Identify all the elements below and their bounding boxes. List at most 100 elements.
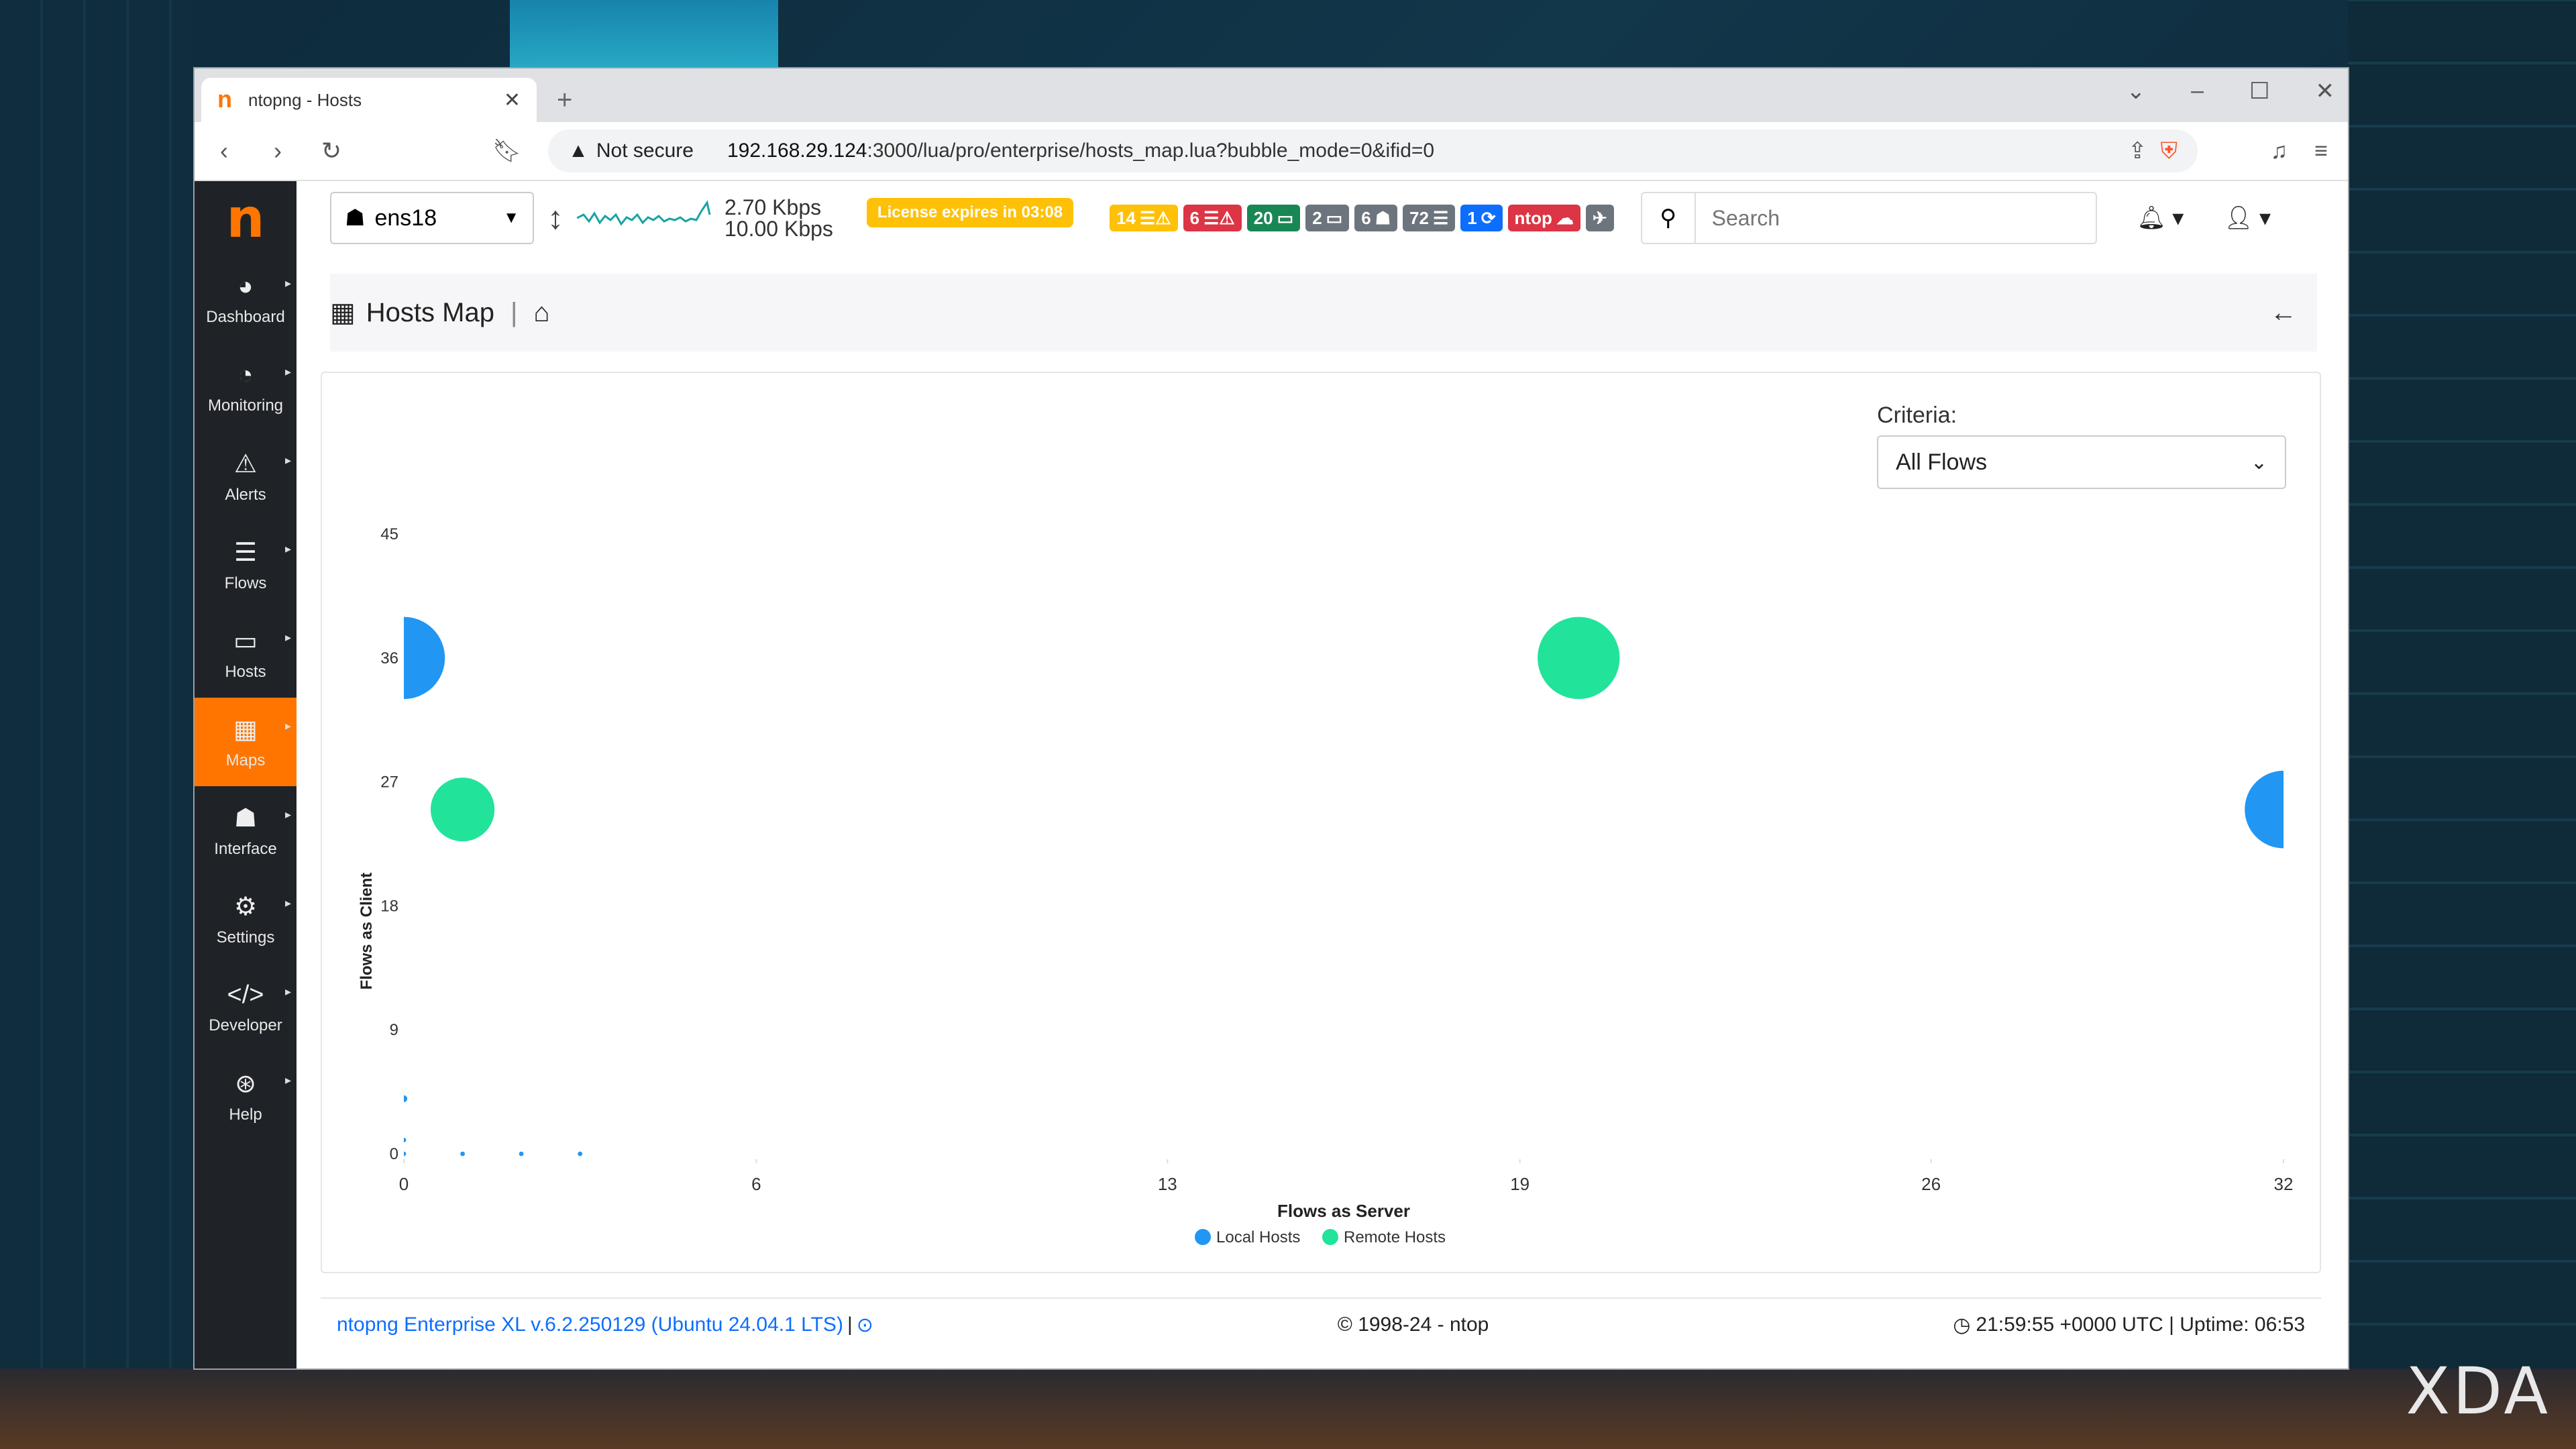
devices-icon: ☗ <box>1375 207 1391 228</box>
badge-sync[interactable]: 1 ⟳ <box>1460 205 1503 231</box>
y-tick-label: 9 <box>390 1021 398 1039</box>
badge-remote-hosts[interactable]: 2 ▭ <box>1305 205 1350 231</box>
url-field[interactable]: ▲ Not secure 192.168.29.124:3000/lua/pro… <box>548 129 2198 172</box>
browser-tab[interactable]: n ntopng - Hosts ✕ <box>201 78 537 122</box>
hosts-map-chart: 0 6 13 19 26 32 0 9 18 27 36 45 Flows as Server Flows… <box>358 525 2293 1246</box>
license-badge[interactable]: License expires in 03:08 <box>866 198 1074 227</box>
caret-right-icon: ▸ <box>284 542 291 555</box>
chevron-down-icon: ⌄ <box>2250 451 2267 474</box>
flows-warning-icon: ☰⚠ <box>1139 207 1171 228</box>
caret-down-icon: ▼ <box>503 209 519 227</box>
map-icon: ▦ <box>330 298 356 327</box>
security-label: Not secure <box>596 140 694 162</box>
close-tab-icon[interactable]: ✕ <box>504 89 521 112</box>
data-point <box>404 1151 407 1157</box>
github-icon[interactable]: ⊙ <box>857 1313 873 1337</box>
media-icon[interactable]: ♫ <box>2271 138 2288 164</box>
main-content: ☗ ens18 ▼ ↕ 2.70 Kbps 10.00 Kbps License… <box>297 181 2348 1368</box>
plane-icon: ✈ <box>1592 207 1607 228</box>
badge-ntop-cloud[interactable]: ntop ☁ <box>1507 205 1580 231</box>
version-link[interactable]: ntopng Enterprise XL v.6.2.250129 (Ubunt… <box>337 1313 843 1336</box>
brave-shield-icon[interactable]: ⛨ <box>2161 138 2178 164</box>
browser-right-icons: ♫ ≡ <box>2271 138 2328 164</box>
criteria-select[interactable]: All Flows ⌄ <box>1877 435 2286 489</box>
badge-plane[interactable]: ✈ <box>1585 205 1614 231</box>
forward-icon[interactable]: › <box>264 137 291 165</box>
back-arrow-icon[interactable]: ← <box>2270 298 2297 328</box>
badge-flows-warning[interactable]: 14 ☰⚠ <box>1110 205 1178 231</box>
sidebar-item-alerts[interactable]: ⚠ Alerts ▸ <box>195 432 297 521</box>
y-tick-label: 18 <box>380 897 398 915</box>
rate-down: 10.00 Kbps <box>724 217 833 241</box>
legend-marker <box>1322 1229 1338 1245</box>
new-tab-button[interactable]: + <box>557 85 572 115</box>
url-text: 192.168.29.124:3000/lua/pro/enterprise/h… <box>727 140 1435 162</box>
maximize-icon[interactable]: ☐ <box>2249 78 2269 105</box>
desktop-background-right <box>2348 0 2576 1449</box>
badge-devices[interactable]: 6 ☗ <box>1354 205 1398 231</box>
search-input[interactable] <box>1695 205 2096 231</box>
sidebar-item-dashboard[interactable]: ◕ Dashboard ▸ <box>195 255 297 343</box>
caret-right-icon: ▸ <box>284 808 291 821</box>
ntop-logo[interactable]: n <box>227 181 265 255</box>
badge-flows[interactable]: 72 ☰ <box>1403 205 1456 231</box>
browser-window: n ntopng - Hosts ✕ + ⌄ – ☐ ✕ ‹ › ↻ 🔖︎ ▲ … <box>193 67 2349 1370</box>
desktop-background-left <box>0 0 193 1449</box>
sidebar-item-maps[interactable]: ▦ Maps ▸ <box>195 698 297 786</box>
back-icon[interactable]: ‹ <box>211 137 237 165</box>
sidebar-item-hosts[interactable]: ▭ Hosts ▸ <box>195 609 297 698</box>
ntopng-app: n ◕ Dashboard ▸ ◔ Monitoring ▸ ⚠ Alerts … <box>195 181 2348 1368</box>
x-tick-label: 26 <box>1921 1174 1941 1194</box>
badge-local-hosts[interactable]: 20 ▭ <box>1246 205 1301 231</box>
sidebar-item-help[interactable]: ⊛ Help ▸ <box>195 1052 297 1140</box>
share-icon[interactable]: ⇪ <box>2128 138 2147 164</box>
y-axis-label: Flows as Client <box>358 873 376 990</box>
title-separator: | <box>510 297 518 327</box>
alerts-icon: ⚠ <box>233 449 258 478</box>
data-point <box>404 1138 407 1142</box>
data-point <box>404 616 445 699</box>
sync-icon: ⟳ <box>1481 207 1496 228</box>
remote-hosts-icon: ▭ <box>1326 207 1343 228</box>
interface-icon: ☗ <box>233 804 258 833</box>
ntop-favicon-icon: n <box>217 85 232 113</box>
minimize-icon[interactable]: – <box>2191 78 2204 105</box>
hosts-icon: ▭ <box>233 627 258 655</box>
sidebar-item-label: Settings <box>216 928 275 947</box>
interface-name: ens18 <box>374 205 437 231</box>
flows-icon: ☰ <box>1432 207 1449 228</box>
sidebar-item-developer[interactable]: </> Developer ▸ <box>195 963 297 1052</box>
hosts-map-card: 0 6 13 19 26 32 0 9 18 27 36 45 Flows as Server Flows… <box>321 372 2321 1273</box>
sidebar-item-label: Interface <box>214 839 277 858</box>
sidebar-item-monitoring[interactable]: ◔ Monitoring ▸ <box>195 343 297 432</box>
reload-icon[interactable]: ↻ <box>318 137 345 165</box>
warning-icon: ▲ <box>568 140 588 162</box>
notifications-bell-icon[interactable]: 🔔︎ ▾ <box>2137 205 2184 231</box>
badge-flows-error[interactable]: 6 ☰⚠ <box>1183 205 1242 231</box>
home-icon[interactable]: ⌂ <box>533 298 549 328</box>
close-window-icon[interactable]: ✕ <box>2316 78 2335 105</box>
user-menu-icon[interactable]: 👤︎ ▾ <box>2224 205 2271 231</box>
menu-icon[interactable]: ≡ <box>2314 138 2328 164</box>
traffic-sparkline <box>577 200 711 226</box>
bookmark-icon[interactable]: 🔖︎ <box>492 138 521 164</box>
y-tick-label: 45 <box>380 525 398 543</box>
copyright: © 1998-24 - ntop <box>1337 1313 1489 1336</box>
interface-select[interactable]: ☗ ens18 ▼ <box>330 192 534 244</box>
status-badges: 14 ☰⚠ 6 ☰⚠ 20 ▭ 2 ▭ 6 ☗ 72 ☰ 1 ⟳ ntop ☁ ✈ <box>1110 205 1614 231</box>
caret-right-icon: ▸ <box>284 985 291 998</box>
caret-right-icon: ▸ <box>284 365 291 378</box>
data-point <box>430 777 495 842</box>
search-icon[interactable]: ⚲ <box>1642 193 1696 243</box>
sidebar-item-interface[interactable]: ☗ Interface ▸ <box>195 786 297 875</box>
sidebar-item-flows[interactable]: ☰ Flows ▸ <box>195 521 297 609</box>
x-tick-label: 0 <box>399 1174 409 1194</box>
criteria-value: All Flows <box>1896 449 1988 475</box>
data-point <box>578 1151 583 1157</box>
window-controls: ⌄ – ☐ ✕ <box>2127 78 2334 105</box>
tab-search-icon[interactable]: ⌄ <box>2127 78 2146 105</box>
sidebar-item-settings[interactable]: ⚙ Settings ▸ <box>195 875 297 963</box>
tab-bar: n ntopng - Hosts ✕ + ⌄ – ☐ ✕ <box>195 68 2348 122</box>
security-indicator[interactable]: ▲ Not secure <box>568 140 694 162</box>
traffic-rates: 2.70 Kbps 10.00 Kbps <box>724 197 833 239</box>
